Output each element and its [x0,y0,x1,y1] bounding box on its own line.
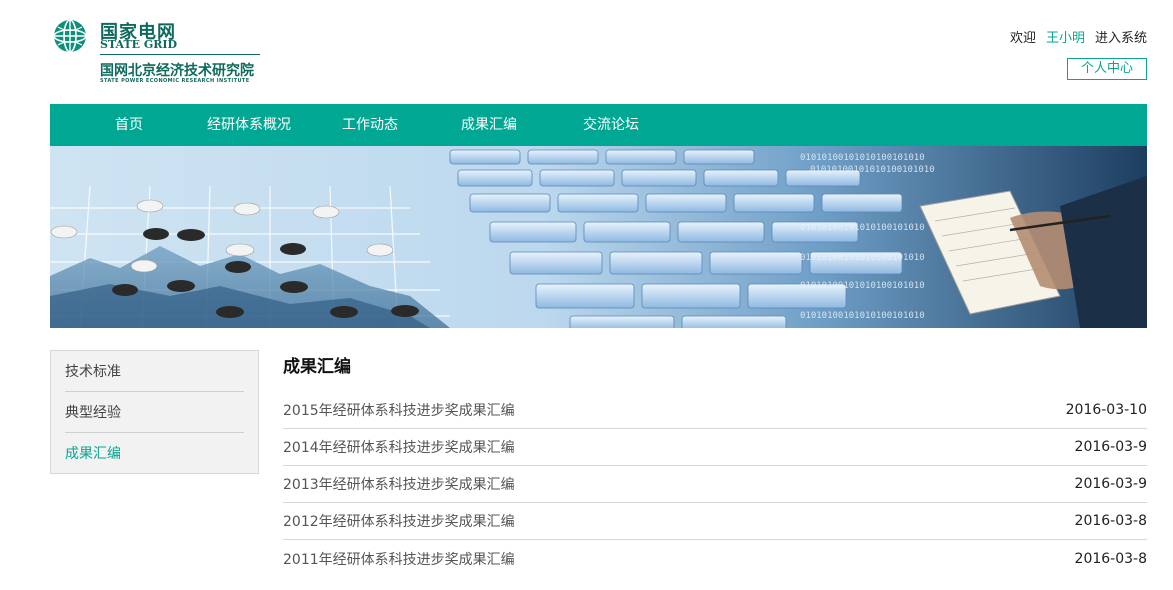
list-item-date: 2016-03-10 [1065,402,1147,418]
brand-name-en: STATE GRID [100,38,178,51]
list-item: 2015年经研体系科技进步奖成果汇编 2016-03-10 [283,392,1147,429]
banner-binary-text: 01010100101010100101010 [800,153,925,163]
hero-banner: 01010100101010100101010 0101010010101010… [50,146,1147,328]
list-item-date: 2016-03-8 [1074,550,1147,567]
sidebar-item-achievements[interactable]: 成果汇编 [65,433,244,474]
banner-binary-text: 01010100101010100101010 [810,165,935,175]
logo-divider [100,54,260,55]
page-title: 成果汇编 [283,357,351,377]
list-item-date: 2016-03-9 [1074,439,1147,455]
list-item-title-link[interactable]: 2012年经研体系科技进步奖成果汇编 [283,511,515,531]
welcome-text: 欢迎 [1009,31,1036,46]
banner-binary-text: 01010100101010100101010 [800,253,925,263]
list-item-title-link[interactable]: 2014年经研体系科技进步奖成果汇编 [283,437,515,457]
banner-illustration: 01010100101010100101010 0101010010101010… [50,146,1147,328]
institute-name-cn: 国网北京经济技术研究院 [100,63,254,79]
list-item: 2011年经研体系科技进步奖成果汇编 2016-03-8 [283,540,1147,577]
globe-emblem-icon [53,19,87,53]
nav-item-achievements[interactable]: 成果汇编 [461,104,517,146]
nav-item-forum[interactable]: 交流论坛 [583,104,639,146]
list-item: 2013年经研体系科技进步奖成果汇编 2016-03-9 [283,466,1147,503]
nav-item-news[interactable]: 工作动态 [342,104,398,146]
enter-system-link[interactable]: 进入系统 [1095,27,1147,46]
user-bar: 欢迎 王小明 进入系统 [1010,27,1147,46]
sidebar-item-tech-standards[interactable]: 技术标准 [65,351,244,392]
sidebar-item-typical-experience[interactable]: 典型经验 [65,392,244,433]
banner-binary-text: 01010100101010100101010 [800,281,925,291]
list-item-date: 2016-03-8 [1074,513,1147,529]
list-item-title-link[interactable]: 2015年经研体系科技进步奖成果汇编 [283,400,515,420]
state-grid-logo[interactable]: 国家电网 STATE GRID 国网北京经济技术研究院 STATE POWER … [52,14,267,86]
banner-binary-text: 01010100101010100101010 [800,311,925,321]
achievement-list: 2015年经研体系科技进步奖成果汇编 2016-03-10 2014年经研体系科… [283,392,1147,577]
list-item-title-link[interactable]: 2011年经研体系科技进步奖成果汇编 [283,549,515,569]
list-item-date: 2016-03-9 [1074,476,1147,492]
sidebar: 技术标准 典型经验 成果汇编 [50,350,259,474]
list-item: 2014年经研体系科技进步奖成果汇编 2016-03-9 [283,429,1147,466]
institute-name-en: STATE POWER ECONOMIC RESEARCH INSTITUTE [100,78,250,84]
list-item-title-link[interactable]: 2013年经研体系科技进步奖成果汇编 [283,474,515,494]
main-nav: 首页 经研体系概况 工作动态 成果汇编 交流论坛 [50,104,1147,146]
list-item: 2012年经研体系科技进步奖成果汇编 2016-03-8 [283,503,1147,540]
username-link[interactable]: 王小明 [1046,27,1085,46]
banner-binary-text: 01010100101010100101010 [800,223,925,233]
personal-center-button[interactable]: 个人中心 [1067,58,1147,80]
nav-item-overview[interactable]: 经研体系概况 [207,104,291,146]
nav-item-home[interactable]: 首页 [115,104,143,146]
